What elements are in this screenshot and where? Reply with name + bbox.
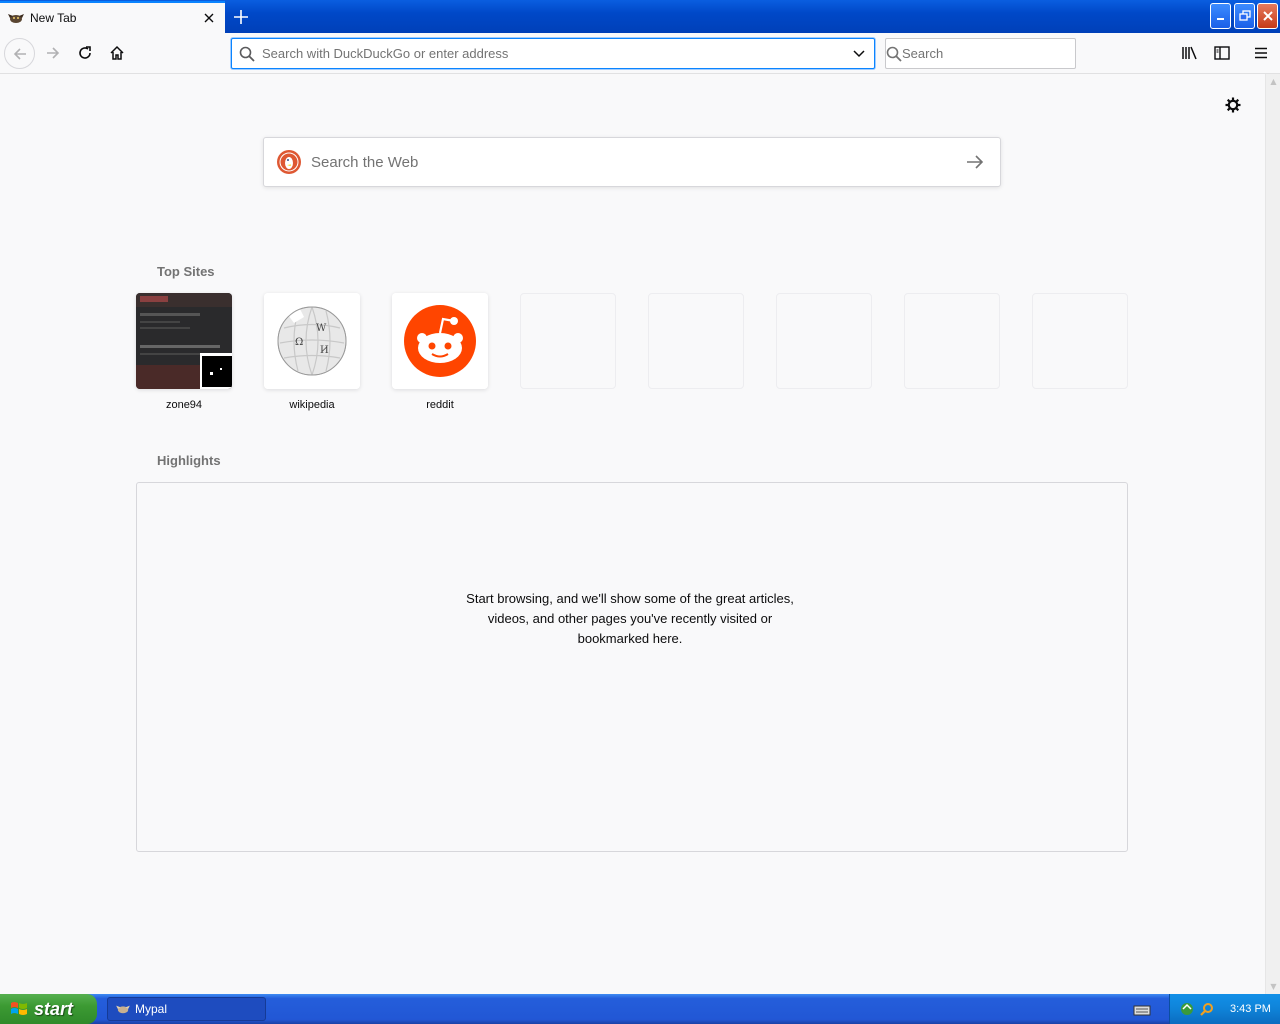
reload-button[interactable] [69, 37, 101, 69]
taskbar-item-label: Mypal [135, 1002, 168, 1016]
forward-button[interactable] [37, 37, 69, 69]
scroll-up-arrow-icon[interactable]: ▲ [1266, 74, 1280, 89]
highlights-empty-line: Start browsing, and we'll show some of t… [466, 591, 794, 606]
web-search-input[interactable] [311, 153, 950, 171]
menu-button[interactable] [1245, 37, 1277, 69]
keyboard-icon[interactable] [1133, 1003, 1151, 1017]
tab-new-tab[interactable]: New Tab [0, 1, 225, 33]
close-icon[interactable] [197, 6, 221, 30]
scroll-down-arrow-icon[interactable]: ▼ [1266, 979, 1280, 994]
url-input[interactable] [262, 46, 844, 61]
duckduckgo-icon [277, 150, 301, 174]
start-button[interactable]: start [0, 994, 97, 1024]
highlights-panel [136, 482, 1128, 852]
top-site-tile-wikipedia[interactable]: Ω W И [264, 293, 360, 389]
top-site-placeholder [776, 293, 872, 389]
highlights-title: Highlights [157, 453, 221, 468]
svg-text:W: W [316, 323, 327, 334]
plus-icon[interactable] [228, 4, 254, 30]
chevron-down-icon[interactable] [844, 49, 874, 58]
windows-logo-icon [11, 1002, 27, 1015]
top-site-label[interactable]: wikipedia [264, 399, 360, 411]
reddit-icon [392, 293, 488, 389]
new-tab-page: Top Sites zone94 Ω W И [0, 74, 1265, 994]
back-button[interactable] [4, 38, 35, 69]
start-label: start [34, 998, 74, 1019]
network-icon[interactable] [1180, 1002, 1194, 1016]
taskbar: start Mypal 3:43 PM [0, 994, 1280, 1024]
top-site-placeholder [648, 293, 744, 389]
search-icon[interactable] [1200, 1002, 1214, 1016]
search-icon [886, 46, 902, 62]
library-button[interactable] [1174, 37, 1206, 69]
tab-strip: New Tab [0, 0, 1280, 33]
search-bar[interactable] [885, 38, 1078, 69]
restore-button[interactable] [1234, 3, 1255, 29]
highlights-empty-message: Start browsing, and we'll show some of t… [455, 589, 805, 649]
url-bar[interactable] [231, 38, 875, 69]
top-site-placeholder [1032, 293, 1128, 389]
top-site-label[interactable]: reddit [392, 399, 488, 411]
minimize-button[interactable] [1210, 3, 1231, 29]
svg-text:Ω: Ω [295, 337, 303, 348]
close-window-button[interactable] [1257, 3, 1278, 29]
highlights-empty-line: videos, and other pages you've recently … [487, 611, 773, 626]
gear-icon[interactable] [1222, 94, 1244, 116]
mypal-icon [116, 1005, 130, 1014]
top-sites-title: Top Sites [157, 264, 215, 279]
navigation-toolbar [0, 33, 1280, 74]
wikipedia-globe-icon: Ω W И [264, 293, 360, 389]
system-tray: 3:43 PM [1169, 994, 1280, 1024]
top-site-label[interactable]: zone94 [136, 399, 232, 411]
highlights-empty-line: bookmarked here. [577, 631, 683, 646]
vertical-scrollbar[interactable]: ▲ ▼ [1265, 74, 1280, 994]
search-icon [232, 46, 262, 62]
sidebar-button[interactable] [1206, 37, 1238, 69]
top-site-placeholder [904, 293, 1000, 389]
search-input[interactable] [902, 46, 1078, 61]
top-site-placeholder [520, 293, 616, 389]
mypal-icon [8, 14, 24, 23]
web-search-box[interactable] [263, 137, 1001, 187]
top-site-tile-reddit[interactable] [392, 293, 488, 389]
home-button[interactable] [101, 37, 133, 69]
svg-text:И: И [320, 345, 329, 356]
tab-title: New Tab [30, 11, 77, 25]
taskbar-item-mypal[interactable]: Mypal [107, 997, 266, 1021]
clock[interactable]: 3:43 PM [1230, 1003, 1271, 1015]
arrow-right-icon[interactable] [950, 138, 1000, 186]
zone94-screenshot [136, 293, 232, 389]
top-site-tile-zone94[interactable] [136, 293, 232, 389]
